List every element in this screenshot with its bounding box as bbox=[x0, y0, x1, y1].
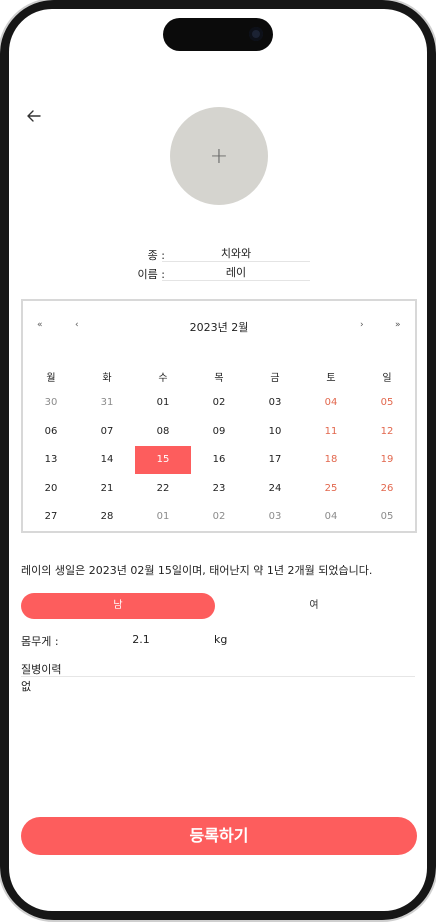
next-month-button[interactable]: › bbox=[360, 320, 364, 330]
calendar-day[interactable]: 23 bbox=[191, 475, 247, 503]
calendar-day[interactable]: 09 bbox=[191, 418, 247, 446]
species-row: 종 : bbox=[9, 244, 427, 264]
next-year-button[interactable]: » bbox=[395, 320, 401, 330]
calendar-header: « ‹ 2023년 2월 › » bbox=[23, 319, 415, 335]
calendar-day[interactable]: 15 bbox=[135, 446, 191, 474]
calendar-day[interactable]: 02 bbox=[191, 389, 247, 417]
weight-input[interactable] bbox=[101, 631, 181, 647]
calendar-day[interactable]: 10 bbox=[247, 418, 303, 446]
gender-male-button[interactable]: 남 bbox=[21, 593, 215, 619]
history-textarea[interactable]: 없 bbox=[21, 678, 415, 798]
calendar-day[interactable]: 28 bbox=[79, 503, 135, 531]
calendar-day[interactable]: 04 bbox=[303, 389, 359, 417]
calendar-day[interactable]: 03 bbox=[247, 503, 303, 531]
weekday-header: 일 bbox=[382, 373, 392, 384]
calendar-day[interactable]: 06 bbox=[23, 418, 79, 446]
history-divider bbox=[21, 676, 415, 677]
calendar-day[interactable]: 19 bbox=[359, 446, 415, 474]
calendar-day[interactable]: 04 bbox=[303, 503, 359, 531]
camera-lens bbox=[249, 27, 263, 41]
dynamic-island bbox=[163, 18, 273, 51]
weekday-header: 토 bbox=[326, 373, 336, 384]
calendar-day[interactable]: 13 bbox=[23, 446, 79, 474]
calendar-day[interactable]: 05 bbox=[359, 503, 415, 531]
calendar-day[interactable]: 14 bbox=[79, 446, 135, 474]
name-row: 이름 : bbox=[9, 263, 427, 283]
calendar-day[interactable]: 22 bbox=[135, 475, 191, 503]
history-label: 질병이력 bbox=[21, 663, 62, 676]
weekday-header: 월 bbox=[46, 373, 56, 384]
plus-icon: + bbox=[209, 143, 229, 169]
calendar-day[interactable]: 12 bbox=[359, 418, 415, 446]
calendar-day[interactable]: 18 bbox=[303, 446, 359, 474]
name-label: 이름 : bbox=[137, 268, 165, 281]
calendar-day[interactable]: 05 bbox=[359, 389, 415, 417]
weight-label: 몸무게 : bbox=[21, 635, 59, 648]
calendar-day[interactable]: 21 bbox=[79, 475, 135, 503]
register-button[interactable]: 등록하기 bbox=[21, 817, 417, 855]
weekday-header: 금 bbox=[270, 373, 280, 384]
calendar-day[interactable]: 24 bbox=[247, 475, 303, 503]
gender-female-button[interactable]: 여 bbox=[217, 593, 411, 619]
weekday-header: 수 bbox=[158, 373, 168, 384]
calendar-day[interactable]: 26 bbox=[359, 475, 415, 503]
calendar-day[interactable]: 01 bbox=[135, 503, 191, 531]
weekday-header: 목 bbox=[214, 373, 224, 384]
birth-info-text: 레이의 생일은 2023년 02월 15일이며, 태어난지 약 1년 2개월 되… bbox=[21, 564, 373, 577]
calendar-day[interactable]: 31 bbox=[79, 389, 135, 417]
calendar-title: 2023년 2월 bbox=[189, 321, 249, 334]
weekday-header: 화 bbox=[102, 373, 112, 384]
phone-frame: + 종 : 이름 : « ‹ 2023년 2월 › » 월화수목금토일30310… bbox=[0, 0, 436, 920]
birthday-calendar: « ‹ 2023년 2월 › » 월 화 수 목 금 토 일 30 31 01 02 03 04 05 06… bbox=[21, 299, 417, 533]
weight-unit: kg bbox=[214, 633, 228, 646]
calendar-day[interactable]: 02 bbox=[191, 503, 247, 531]
calendar-day[interactable]: 01 bbox=[135, 389, 191, 417]
calendar-day[interactable]: 03 bbox=[247, 389, 303, 417]
calendar-day[interactable]: 25 bbox=[303, 475, 359, 503]
species-input[interactable] bbox=[162, 244, 310, 262]
add-photo-button[interactable]: + bbox=[170, 107, 268, 205]
calendar-day[interactable]: 16 bbox=[191, 446, 247, 474]
calendar-day[interactable]: 20 bbox=[23, 475, 79, 503]
calendar-day[interactable]: 08 bbox=[135, 418, 191, 446]
calendar-day[interactable]: 30 bbox=[23, 389, 79, 417]
name-input[interactable] bbox=[162, 263, 310, 281]
back-arrow-icon[interactable] bbox=[23, 105, 45, 127]
calendar-day[interactable]: 27 bbox=[23, 503, 79, 531]
calendar-day[interactable]: 17 bbox=[247, 446, 303, 474]
calendar-day[interactable]: 11 bbox=[303, 418, 359, 446]
calendar-day[interactable]: 07 bbox=[79, 418, 135, 446]
